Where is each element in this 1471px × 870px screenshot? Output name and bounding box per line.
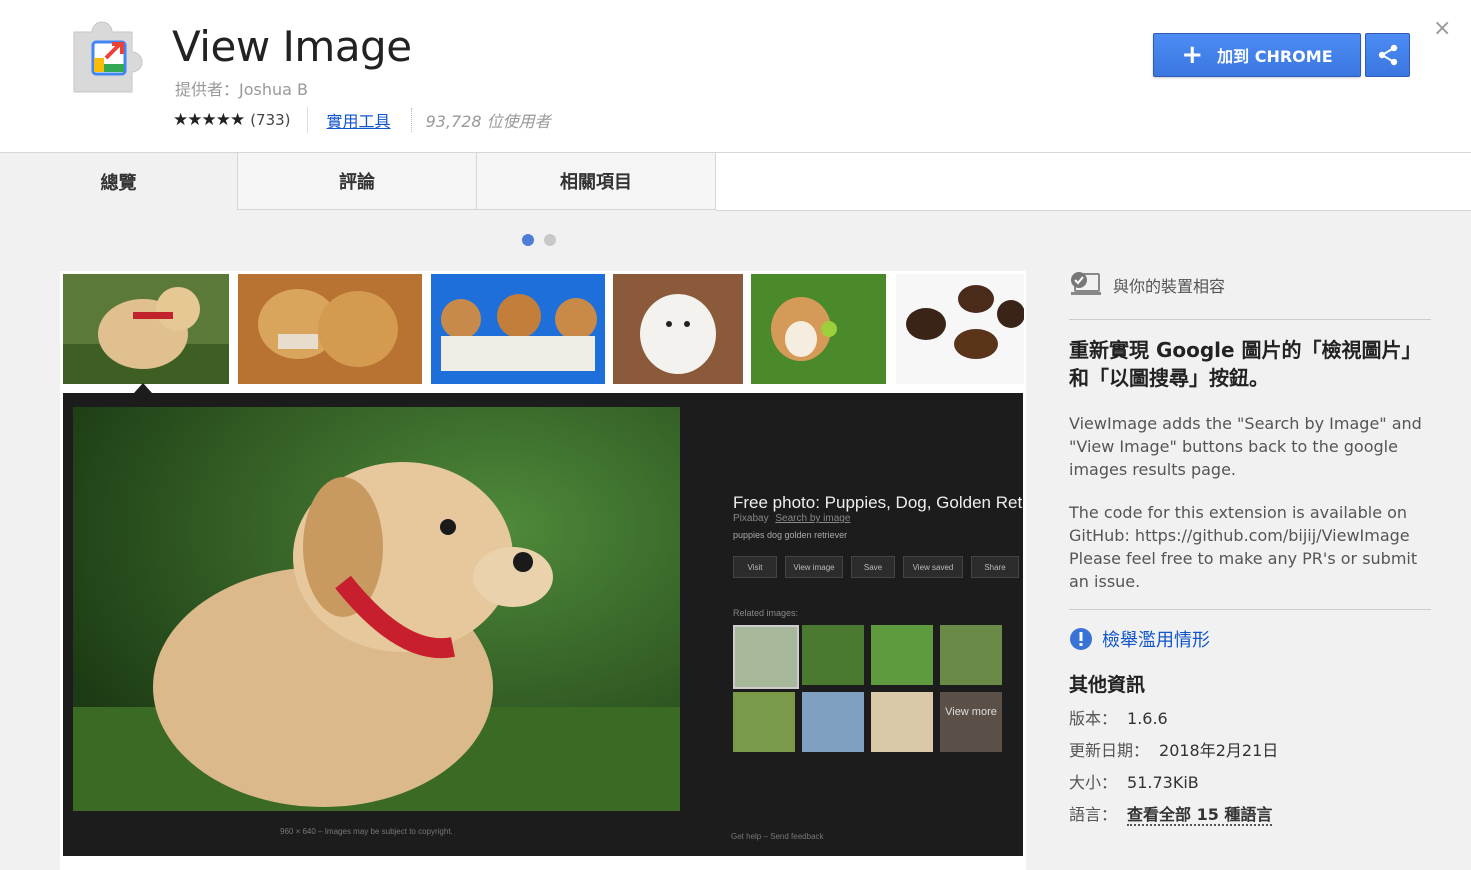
ss-save-button: Save <box>851 556 895 578</box>
description-paragraph-2: The code for this extension is available… <box>1069 503 1418 591</box>
divider <box>410 108 412 132</box>
tab-bar: 總覽 評論 相關項目 <box>0 153 1471 211</box>
category-link[interactable]: 實用工具 <box>327 108 391 132</box>
ss-tags: puppies dog golden retriever <box>733 530 848 540</box>
screenshot-gallery: Free photo: Puppies, Dog, Golden Retr… P… <box>60 271 1026 870</box>
tab-related[interactable]: 相關項目 <box>477 153 716 210</box>
carousel-dot-2[interactable] <box>544 234 556 246</box>
tab-overview[interactable]: 總覽 <box>0 153 238 210</box>
report-abuse-link[interactable]: 檢舉濫用情形 <box>1069 626 1431 652</box>
size-value: 51.73KiB <box>1127 773 1199 792</box>
ss-source: Pixabay Search by image <box>733 513 851 524</box>
compat-label: 與你的裝置相容 <box>1113 277 1226 296</box>
tab-reviews[interactable]: 評論 <box>238 153 477 210</box>
ss-share-button: Share <box>971 556 1019 578</box>
updated-row: 更新日期： 2018年2月21日 <box>1069 741 1279 760</box>
share-icon <box>1378 44 1397 66</box>
main-screenshot: Free photo: Puppies, Dog, Golden Retr… P… <box>63 393 1023 856</box>
size-row: 大小： 51.73KiB <box>1069 773 1199 792</box>
details-sidebar: 與你的裝置相容 重新實現 Google 圖片的「檢視圖片」和「以圖搜尋」按鈕。 … <box>1069 265 1431 826</box>
plus-icon: + <box>1181 40 1204 70</box>
carousel-dots <box>522 234 556 246</box>
extension-headline: 重新實現 Google 圖片的「檢視圖片」和「以圖搜尋」按鈕。 <box>1069 338 1422 390</box>
ss-view-image-button: View image <box>785 556 843 578</box>
gallery-thumbnail[interactable] <box>896 274 1024 384</box>
gallery-thumbnail[interactable] <box>63 274 229 384</box>
ss-title: Free photo: Puppies, Dog, Golden Retr… <box>733 493 1023 512</box>
report-abuse-label: 檢舉濫用情形 <box>1102 630 1210 651</box>
extension-header: View Image 提供者：Joshua B ★★★★★ (733) 實用工具… <box>0 0 1471 153</box>
gallery-thumbnail[interactable] <box>613 274 743 384</box>
ss-view-more: View more <box>945 706 997 718</box>
extension-puzzle-icon <box>73 21 143 93</box>
provider-label: 提供者：Joshua B <box>175 80 308 99</box>
ss-footer-right: Get help – Send feedback <box>731 832 824 841</box>
extension-title: View Image <box>172 22 412 71</box>
add-button-label: 加到 CHROME <box>1217 47 1333 66</box>
language-row: 語言： 查看全部 15 種語言 <box>1069 805 1273 826</box>
alert-icon <box>1070 628 1092 650</box>
ss-footer-left: 960 × 640 – Images may be subject to cop… <box>280 827 453 836</box>
device-compatible-icon <box>1071 272 1101 295</box>
rating-row: ★★★★★ (733) 實用工具 93,728 位使用者 <box>173 106 551 134</box>
star-rating[interactable]: ★★★★★ <box>173 110 245 130</box>
updated-value: 2018年2月21日 <box>1159 741 1279 760</box>
gallery-thumbnail[interactable] <box>238 274 422 384</box>
ss-related-label: Related images: <box>733 608 799 618</box>
compat-row: 與你的裝置相容 <box>1069 265 1431 305</box>
close-icon[interactable]: × <box>1433 16 1451 41</box>
languages-link[interactable]: 查看全部 15 種語言 <box>1127 805 1273 826</box>
description-paragraph-1: ViewImage adds the "Search by Image" and… <box>1069 414 1422 479</box>
share-button[interactable] <box>1365 33 1410 77</box>
carousel-dot-1[interactable] <box>522 234 534 246</box>
ss-view-saved-button: View saved <box>903 556 963 578</box>
version-row: 版本： 1.6.6 <box>1069 709 1168 728</box>
additional-info-title: 其他資訊 <box>1069 674 1146 696</box>
gallery-thumbnail[interactable] <box>751 274 886 384</box>
ss-visit-button: Visit <box>733 556 777 578</box>
divider <box>306 107 308 133</box>
rating-count[interactable]: (733) <box>250 111 290 129</box>
add-to-chrome-button[interactable]: + 加到 CHROME <box>1153 33 1361 77</box>
puppy-photo <box>73 407 680 811</box>
user-count: 93,728 位使用者 <box>425 112 551 131</box>
version-value: 1.6.6 <box>1127 709 1168 728</box>
gallery-thumbnail[interactable] <box>431 274 605 384</box>
